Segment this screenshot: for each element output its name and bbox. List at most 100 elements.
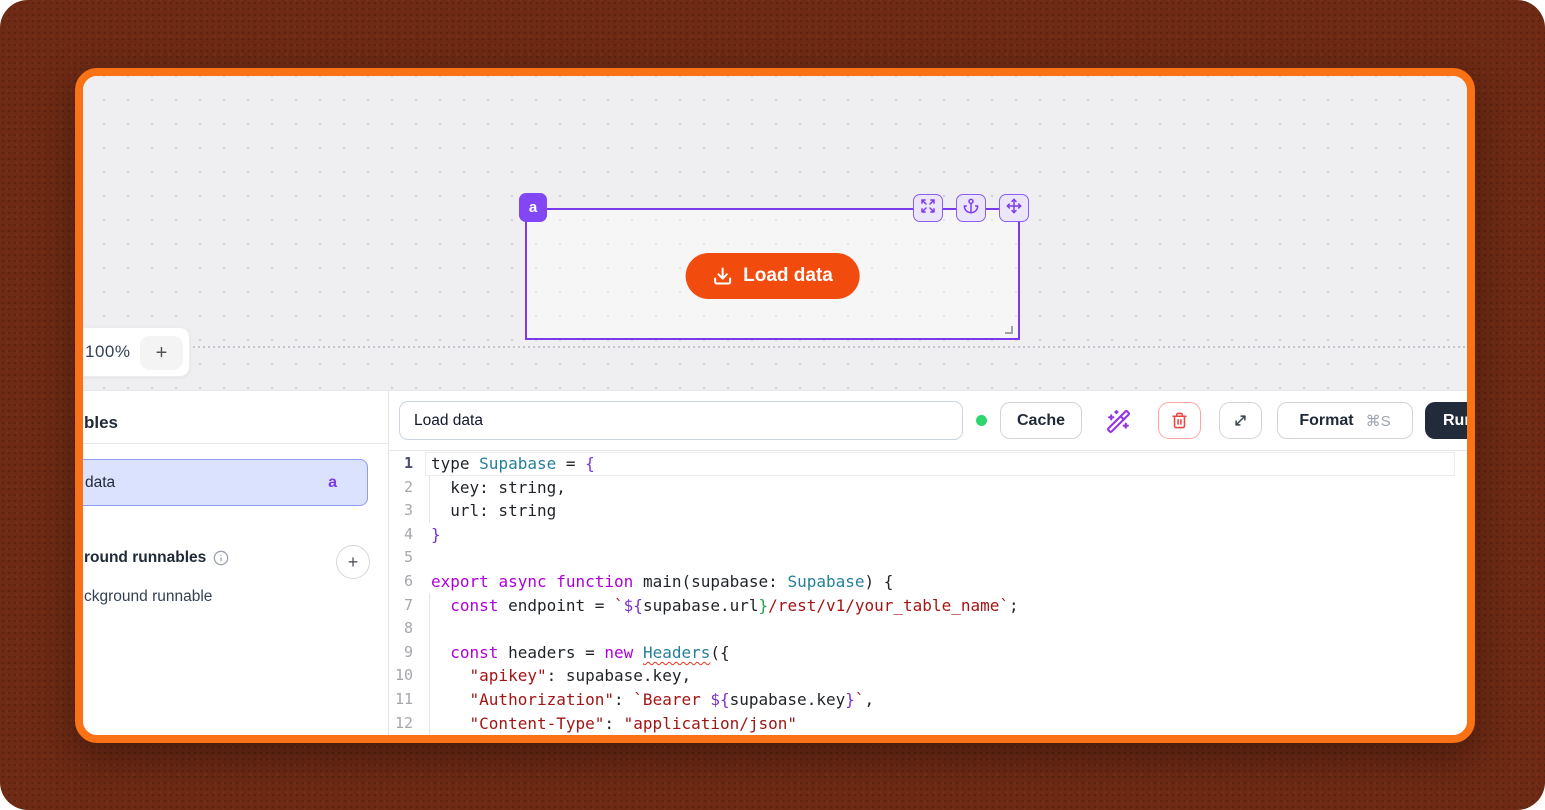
code-token <box>431 666 470 685</box>
code-token: "apikey" <box>470 666 547 685</box>
code-token: const <box>450 643 498 662</box>
delete-button[interactable] <box>1158 402 1201 439</box>
code-token: key: string, <box>431 478 566 497</box>
app-window: a Load data <box>75 68 1475 743</box>
code-token <box>489 572 499 591</box>
code-line: url: string <box>431 499 1019 523</box>
code-token: main(supabase: <box>633 572 787 591</box>
info-icon[interactable] <box>213 550 229 566</box>
download-icon <box>712 266 732 286</box>
selected-button-component[interactable]: a Load data <box>525 208 1020 340</box>
code-token: { <box>585 454 595 473</box>
expand-icon <box>920 198 936 219</box>
code-token <box>431 643 450 662</box>
code-token: } <box>845 690 855 709</box>
code-line: type Supabase = { <box>431 452 1019 476</box>
code-token: export <box>431 572 489 591</box>
line-number: 7 <box>389 594 413 618</box>
trash-icon <box>1171 412 1188 429</box>
line-number: 12 <box>389 712 413 736</box>
code-editor-panel: Cache Format ⌘S <box>389 391 1467 736</box>
expand-component-button[interactable] <box>913 194 943 222</box>
component-id-badge[interactable]: a <box>519 193 547 222</box>
app-canvas[interactable]: a Load data <box>83 76 1467 390</box>
load-data-button-label: Load data <box>743 265 833 287</box>
background-runnables-heading: round runnables <box>84 549 206 567</box>
line-number: 2 <box>389 476 413 500</box>
move-component-button[interactable] <box>999 194 1029 222</box>
line-number: 8 <box>389 617 413 641</box>
code-token: supabase.url <box>643 596 759 615</box>
format-shortcut-hint: ⌘S <box>1366 412 1391 430</box>
add-background-runnable-button[interactable]: + <box>336 545 370 579</box>
background-runnable-item[interactable]: ckground runnable <box>84 588 212 606</box>
format-button-label: Format <box>1299 412 1353 430</box>
app-screenshot: a Load data <box>0 0 1545 810</box>
code-token: } <box>431 525 441 544</box>
code-token: "Content-Type" <box>470 714 605 733</box>
component-toolbar <box>913 194 1029 222</box>
panel-heading-divider <box>83 443 388 444</box>
anchor-component-button[interactable] <box>956 194 986 222</box>
code-editor[interactable]: 123456789101112 type Supabase = { key: s… <box>389 451 1467 736</box>
code-token: ${ <box>624 596 643 615</box>
code-token <box>633 643 643 662</box>
code-token: Supabase <box>787 572 864 591</box>
code-line: } <box>431 523 1019 547</box>
code-line: "Content-Type": "application/json" <box>431 712 1019 736</box>
line-number: 4 <box>389 523 413 547</box>
runnable-item-label: data <box>85 474 115 492</box>
diagonal-expand-icon <box>1233 413 1248 428</box>
code-token <box>431 596 450 615</box>
load-data-button[interactable]: Load data <box>685 253 860 299</box>
ai-wand-button[interactable] <box>1106 408 1134 434</box>
code-token: : <box>604 714 623 733</box>
line-number: 11 <box>389 688 413 712</box>
code-token: `Bearer <box>633 690 710 709</box>
format-button[interactable]: Format ⌘S <box>1277 402 1413 439</box>
code-line: key: string, <box>431 476 1019 500</box>
component-resize-handle[interactable] <box>1005 326 1013 334</box>
code-line: "apikey": supabase.key, <box>431 664 1019 688</box>
code-line <box>431 617 1019 641</box>
line-number: 10 <box>389 664 413 688</box>
line-number: 6 <box>389 570 413 594</box>
code-token: function <box>556 572 633 591</box>
runnables-panel: bles data a round runnables + ckground r… <box>83 391 388 736</box>
code-token: : supabase.key, <box>547 666 692 685</box>
code-token: = <box>556 454 585 473</box>
expand-editor-button[interactable] <box>1219 402 1262 439</box>
line-number: 1 <box>389 452 413 476</box>
code-token: supabase.key <box>730 690 846 709</box>
line-number: 3 <box>389 499 413 523</box>
magic-wand-icon <box>1106 409 1134 434</box>
line-number: 5 <box>389 546 413 570</box>
code-token: ; <box>1009 596 1019 615</box>
canvas-guide-line <box>83 346 1467 348</box>
code-token <box>547 572 557 591</box>
code-line: const endpoint = `${supabase.url}/rest/v… <box>431 594 1019 618</box>
runnable-list-item-selected[interactable]: data a <box>83 459 368 506</box>
editor-toolbar: Cache Format ⌘S <box>389 391 1467 451</box>
runnables-panel-heading: bles <box>84 413 118 433</box>
window-content: a Load data <box>83 76 1467 735</box>
code-token: const <box>450 596 498 615</box>
zoom-in-button[interactable]: + <box>140 336 183 370</box>
code-token: Headers <box>643 643 710 662</box>
code-token: Supabase <box>479 454 556 473</box>
runnable-item-badge: a <box>328 474 337 492</box>
code-token: url: string <box>431 501 556 520</box>
code-line: const headers = new Headers({ <box>431 641 1019 665</box>
code-token: type <box>431 454 479 473</box>
zoom-level-label: 100% <box>85 342 130 362</box>
code-token: /rest/v1/your_table_name` <box>768 596 1009 615</box>
anchor-icon <box>963 198 979 219</box>
status-dot <box>976 415 987 426</box>
line-number-gutter: 123456789101112 <box>389 452 413 735</box>
code-token: endpoint = <box>498 596 614 615</box>
code-token: ({ <box>710 643 729 662</box>
code-content: type Supabase = { key: string, url: stri… <box>431 452 1019 735</box>
runnable-name-input[interactable] <box>399 401 963 440</box>
cache-button[interactable]: Cache <box>1000 402 1082 439</box>
run-button[interactable]: Run <box>1425 402 1475 439</box>
